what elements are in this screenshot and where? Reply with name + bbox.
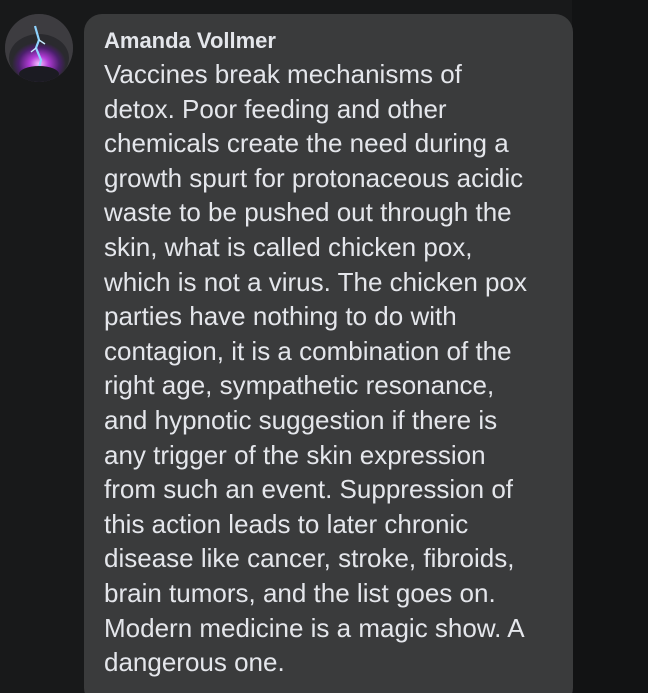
comment-thread: Amanda Vollmer Vaccines break mechanisms… <box>0 0 648 693</box>
right-margin <box>572 0 648 693</box>
comment-author[interactable]: Amanda Vollmer <box>104 28 563 54</box>
profile-avatar-icon <box>5 14 73 82</box>
comment-bubble: Amanda Vollmer Vaccines break mechanisms… <box>84 14 573 693</box>
comment-text: Vaccines break mechanisms of detox. Poor… <box>104 59 527 678</box>
avatar[interactable] <box>5 14 73 82</box>
